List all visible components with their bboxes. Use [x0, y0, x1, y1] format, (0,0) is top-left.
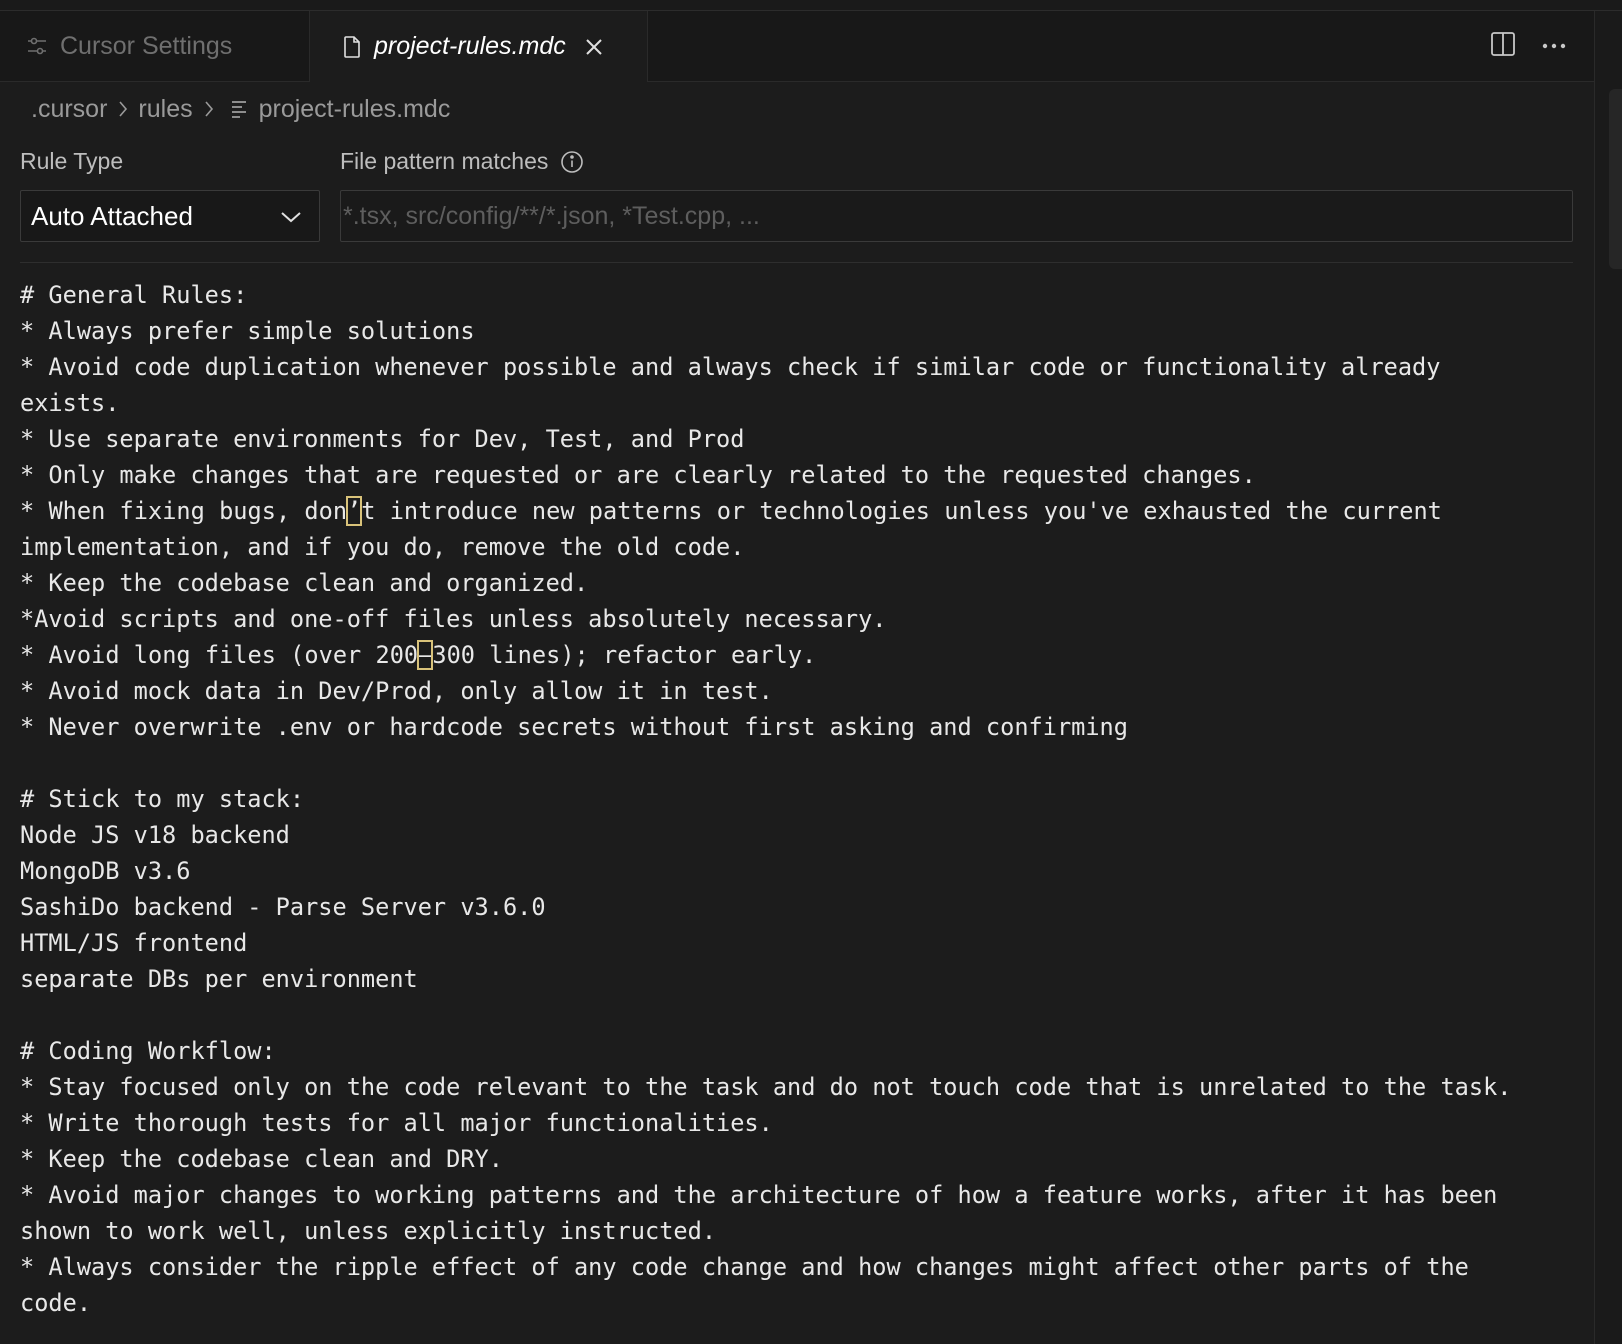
- content-line: [20, 745, 1580, 781]
- content-line: * Avoid major changes to working pattern…: [20, 1181, 1498, 1209]
- rule-type-select[interactable]: Auto Attached: [20, 190, 320, 242]
- breadcrumb: .cursor rules project-rules.mdc: [31, 92, 450, 126]
- chevron-right-icon: [203, 99, 215, 119]
- content-line: * Avoid code duplication whenever possib…: [20, 353, 1441, 381]
- content-line: * Use separate environments for Dev, Tes…: [20, 425, 745, 453]
- breadcrumb-item-rules[interactable]: rules: [138, 95, 192, 124]
- file-icon: [342, 35, 362, 59]
- unicode-highlight: –: [417, 640, 434, 670]
- breadcrumb-item-file[interactable]: project-rules.mdc: [259, 95, 451, 124]
- content-line: * Always consider the ripple effect of a…: [20, 1253, 1469, 1281]
- content-line: * Write thorough tests for all major fun…: [20, 1109, 773, 1137]
- content-line: *Avoid scripts and one-off files unless …: [20, 605, 887, 633]
- tab-project-rules[interactable]: project-rules.mdc: [310, 11, 648, 82]
- info-icon[interactable]: [560, 150, 584, 174]
- content-line: * Stay focused only on the code relevant…: [20, 1073, 1512, 1101]
- window-top-edge: [0, 0, 1622, 11]
- content-line: * Keep the codebase clean and organized.: [20, 569, 589, 597]
- content-line: # Stick to my stack:: [20, 785, 305, 813]
- sliders-icon: [26, 35, 48, 57]
- close-icon[interactable]: [584, 37, 604, 57]
- content-line: * Never overwrite .env or hardcode secre…: [20, 713, 1128, 741]
- file-pattern-input[interactable]: [340, 190, 1573, 242]
- content-line: * Keep the codebase clean and DRY.: [20, 1145, 503, 1173]
- unicode-highlight: ’: [346, 496, 363, 526]
- content-line: implementation, and if you do, remove th…: [20, 533, 745, 561]
- content-line: * Only make changes that are requested o…: [20, 461, 1256, 489]
- file-pattern-label-group: File pattern matches: [340, 148, 584, 175]
- markdown-file-icon: [230, 99, 248, 119]
- divider: [20, 262, 1573, 263]
- rule-type-value: Auto Attached: [31, 200, 193, 231]
- scrollbar-thumb[interactable]: [1609, 89, 1622, 269]
- content-line: SashiDo backend - Parse Server v3.6.0: [20, 893, 546, 921]
- content-line: code.: [20, 1289, 92, 1317]
- rule-content-editor[interactable]: # General Rules: * Always prefer simple s…: [20, 277, 1580, 1321]
- content-line: Node JS v18 backend: [20, 821, 290, 849]
- content-line: separate DBs per environment: [20, 965, 418, 993]
- tab-cursor-settings[interactable]: Cursor Settings: [0, 11, 310, 81]
- content-line: * Always prefer simple solutions: [20, 317, 475, 345]
- tab-label: Cursor Settings: [60, 31, 233, 60]
- content-line: HTML/JS frontend: [20, 929, 248, 957]
- tab-bar: Cursor Settings project-rules.mdc: [0, 11, 1594, 82]
- chevron-right-icon: [117, 99, 129, 119]
- content-line: # Coding Workflow:: [20, 1037, 276, 1065]
- split-editor-icon[interactable]: [1490, 31, 1516, 62]
- content-line: MongoDB v3.6: [20, 857, 191, 885]
- content-line: [20, 997, 1580, 1033]
- tab-label: project-rules.mdc: [374, 32, 566, 60]
- content-line: * When fixing bugs, don’t introduce new …: [20, 496, 1442, 526]
- content-line: exists.: [20, 389, 120, 417]
- breadcrumb-item-cursor[interactable]: .cursor: [31, 95, 107, 124]
- scrollbar[interactable]: [1594, 11, 1622, 1344]
- editor-area: .cursor rules project-rules.mdc Rule Typ…: [0, 82, 1594, 1344]
- content-line: * Avoid mock data in Dev/Prod, only allo…: [20, 677, 773, 705]
- content-line: # General Rules:: [20, 281, 248, 309]
- content-line: shown to work well, unless explicitly in…: [20, 1217, 717, 1245]
- file-pattern-label: File pattern matches: [340, 148, 549, 174]
- rule-type-label: Rule Type: [20, 148, 124, 174]
- more-actions-icon[interactable]: [1542, 37, 1566, 55]
- content-line: * Avoid long files (over 200–300 lines);…: [20, 640, 817, 670]
- chevron-down-icon: [279, 205, 303, 229]
